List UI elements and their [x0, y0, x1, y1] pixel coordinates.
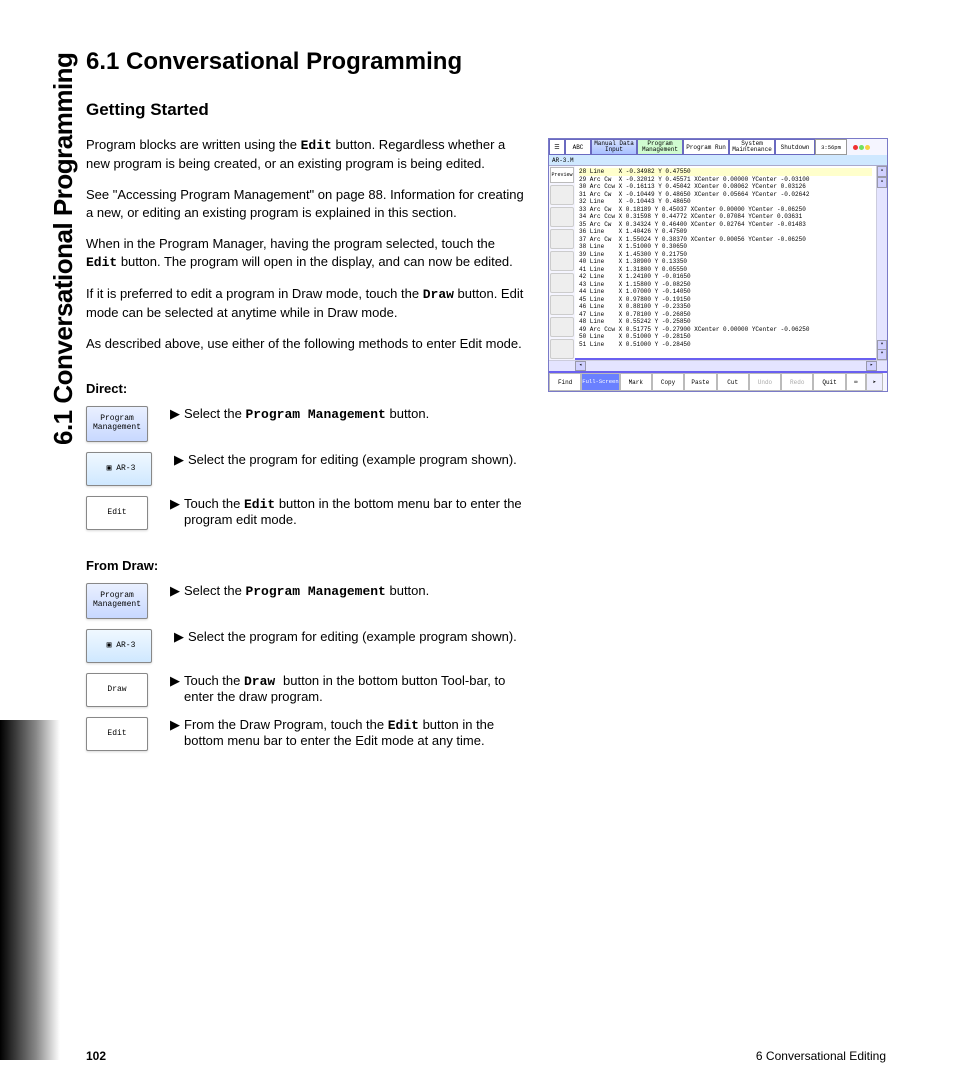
code-line: 28 Line X -0.34982 Y 0.47550 [579, 168, 872, 176]
code-line: 45 Line X 0.97800 Y -0.19150 [579, 296, 872, 304]
side-heading: 6.1 Conversational Programming [48, 53, 79, 445]
program-management-tab[interactable]: ProgramManagement [637, 139, 683, 155]
program-run-tab[interactable]: Program Run [683, 139, 729, 155]
code-line: 29 Arc Cw X -0.32012 Y 0.45571 XCenter 0… [579, 176, 872, 184]
side-tool-button[interactable] [550, 273, 574, 293]
code-line: 32 Line X -0.10443 Y 0.48650 [579, 198, 872, 206]
fromdraw-step-3: ▶Touch the Draw button in the bottom but… [170, 673, 530, 704]
find-button[interactable]: Find [549, 373, 581, 391]
code-line: 42 Line X 1.24100 Y -0.01650 [579, 273, 872, 281]
fullscreen-button[interactable]: Full-Screen [581, 373, 619, 391]
program-file-button[interactable]: ▣ AR-3 [86, 629, 152, 663]
side-tool-button[interactable] [550, 207, 574, 227]
from-draw-label: From Draw: [86, 558, 886, 573]
code-line: 40 Line X 1.38900 Y 0.13350 [579, 258, 872, 266]
code-line: 51 Line X 0.51000 Y -0.28450 [579, 341, 872, 349]
edit-button[interactable]: Edit [86, 717, 148, 751]
side-tool-button[interactable] [550, 251, 574, 271]
vertical-scrollbar[interactable]: ▴ ▴ ▾ ▾ [876, 166, 887, 360]
para-4: If it is preferred to edit a program in … [86, 285, 526, 321]
scroll-right-icon[interactable]: ▸ [866, 361, 877, 371]
clock: 3:56pm [815, 139, 847, 155]
side-tool-button[interactable] [550, 185, 574, 205]
scroll-up-icon[interactable]: ▴ [877, 177, 887, 188]
code-line: 36 Line X 1.40426 Y 0.47509 [579, 228, 872, 236]
quit-button[interactable]: Quit [813, 373, 845, 391]
code-line: 31 Arc Cw X -0.10449 Y 0.48650 XCenter 0… [579, 191, 872, 199]
edit-button[interactable]: Edit [86, 496, 148, 530]
para-3: When in the Program Manager, having the … [86, 235, 526, 271]
code-line: 43 Line X 1.15800 Y -0.08250 [579, 281, 872, 289]
program-listing: 28 Line X -0.34982 Y 0.4755029 Arc Cw X … [575, 166, 876, 360]
paste-button[interactable]: Paste [684, 373, 716, 391]
page-number: 102 [86, 1049, 106, 1063]
side-tool-button[interactable] [550, 229, 574, 249]
page-title: 6.1 Conversational Programming [86, 48, 886, 76]
direct-step-1: ▶Select the Program Management button. [170, 406, 530, 422]
program-management-button[interactable]: ProgramManagement [86, 583, 148, 619]
scroll-up-icon[interactable]: ▴ [877, 166, 887, 177]
copy-button[interactable]: Copy [652, 373, 684, 391]
keyboard-icon[interactable]: ⌨ [846, 373, 866, 391]
side-tool-button[interactable] [550, 295, 574, 315]
system-maintenance-tab[interactable]: SystemMaintenance [729, 139, 775, 155]
next-arrow-icon[interactable]: ➤ [866, 373, 883, 391]
mark-button[interactable]: Mark [620, 373, 652, 391]
direct-step-3: ▶Touch the Edit button in the bottom men… [170, 496, 530, 527]
code-line: 44 Line X 1.07000 Y -0.14050 [579, 288, 872, 296]
section-title: Getting Started [86, 100, 886, 120]
filename-bar: AR-3.M [549, 155, 887, 166]
cut-button[interactable]: Cut [717, 373, 749, 391]
fromdraw-step-2: ▶Select the program for editing (example… [174, 629, 534, 645]
code-line: 47 Line X 0.78100 Y -0.26850 [579, 311, 872, 319]
code-line: 49 Arc Ccw X 0.51775 Y -0.27900 XCenter … [579, 326, 872, 334]
para-5: As described above, use either of the fo… [86, 335, 526, 353]
draw-button[interactable]: Draw [86, 673, 148, 707]
code-line: 33 Arc Cw X 0.18189 Y 0.45037 XCenter 0.… [579, 206, 872, 214]
chapter-label: 6 Conversational Editing [756, 1049, 886, 1063]
para-1: Program blocks are written using the Edi… [86, 136, 526, 172]
left-gradient-strip [0, 720, 60, 1060]
mdi-tab[interactable]: Manual DataInput [591, 139, 637, 155]
editor-screenshot: ☰ ABC Manual DataInput ProgramManagement… [548, 138, 888, 392]
scroll-down-icon[interactable]: ▾ [877, 349, 887, 360]
code-line: 39 Line X 1.45300 Y 0.21750 [579, 251, 872, 259]
preview-button[interactable]: Preview [550, 167, 574, 183]
fromdraw-step-1: ▶Select the Program Management button. [170, 583, 530, 599]
side-tool-button[interactable] [550, 339, 574, 359]
code-line: 37 Arc Cw X 1.55024 Y 0.38370 XCenter 0.… [579, 236, 872, 244]
code-line: 48 Line X 0.55242 Y -0.25850 [579, 318, 872, 326]
program-file-button[interactable]: ▣ AR-3 [86, 452, 152, 486]
shutdown-button[interactable]: Shutdown [775, 139, 815, 155]
undo-button[interactable]: Undo [749, 373, 781, 391]
status-indicators [847, 139, 875, 155]
side-tool-button[interactable] [550, 317, 574, 337]
redo-button[interactable]: Redo [781, 373, 813, 391]
abc-button[interactable]: ABC [565, 139, 591, 155]
program-management-button[interactable]: ProgramManagement [86, 406, 148, 442]
code-line: 34 Arc Ccw X 0.31598 Y 0.44772 XCenter 0… [579, 213, 872, 221]
direct-step-2: ▶Select the program for editing (example… [174, 452, 534, 468]
para-2: See "Accessing Program Management" on pa… [86, 186, 526, 221]
code-line: 50 Line X 0.51000 Y -0.28150 [579, 333, 872, 341]
code-line: 30 Arc Ccw X -0.16113 Y 0.45042 XCenter … [579, 183, 872, 191]
fromdraw-step-4: ▶From the Draw Program, touch the Edit b… [170, 717, 530, 748]
code-line: 35 Arc Cw X 0.34324 Y 0.46400 XCenter 0.… [579, 221, 872, 229]
code-line: 38 Line X 1.51000 Y 0.30650 [579, 243, 872, 251]
horizontal-scrollbar[interactable]: ◂ ▸ [549, 360, 887, 371]
scroll-left-icon[interactable]: ◂ [575, 361, 586, 371]
code-line: 41 Line X 1.31800 Y 0.05550 [579, 266, 872, 274]
menu-icon[interactable]: ☰ [549, 139, 565, 155]
code-line: 46 Line X 0.88100 Y -0.23350 [579, 303, 872, 311]
